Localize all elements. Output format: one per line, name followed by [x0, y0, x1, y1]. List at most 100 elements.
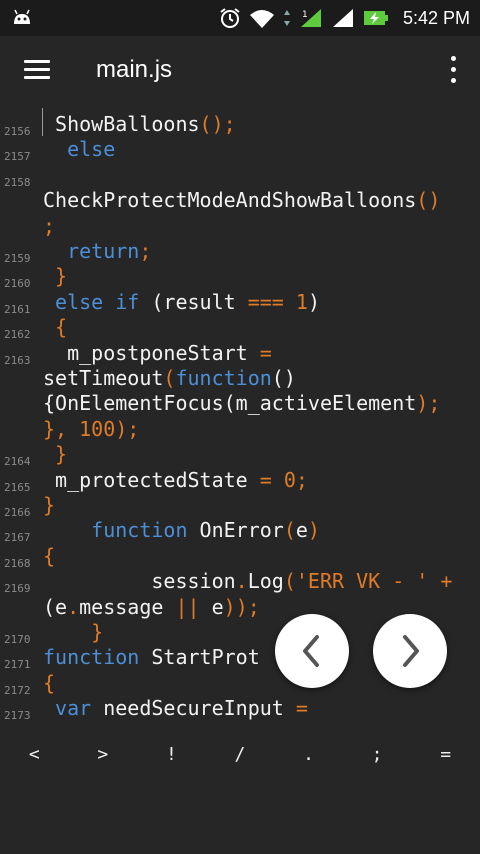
status-bar: 1 2 5:42 PM	[0, 0, 480, 36]
code-text: setTimeout(function()	[43, 366, 296, 391]
signal-icon: 1	[300, 9, 321, 27]
code-text: }	[43, 264, 67, 289]
code-token: {	[43, 543, 56, 568]
line-number: 2173	[4, 709, 31, 720]
code-token: ShowBalloons	[43, 112, 200, 136]
code-token: ;	[139, 239, 152, 263]
line-number: 2172	[4, 683, 31, 697]
code-token: var	[55, 696, 92, 720]
code-token: function	[91, 518, 188, 543]
code-token: }	[43, 442, 68, 467]
symbol-bar: < >! /.; =	[0, 722, 480, 786]
code-token: session	[43, 569, 236, 594]
code-token: ;	[43, 213, 56, 238]
code-token: {	[43, 315, 68, 340]
code-token: needSecureInput	[91, 696, 296, 720]
alarm-icon	[220, 8, 240, 28]
code-token: ===	[247, 289, 284, 314]
code-token: 100	[79, 416, 116, 441]
code-token: =	[259, 467, 272, 492]
code-token: e	[199, 594, 224, 619]
code-token: =	[295, 696, 308, 720]
code-token: message	[79, 594, 176, 619]
code-text: session.Log('ERR VK - ' +	[43, 569, 452, 594]
code-token: (	[283, 518, 296, 543]
code-token: }	[43, 264, 68, 289]
line-number: 2166	[4, 506, 31, 519]
code-token: return	[67, 239, 140, 263]
code-token: (	[163, 365, 176, 390]
code-token: (result	[139, 289, 248, 314]
next-button[interactable]	[373, 614, 447, 688]
code-token: (	[43, 594, 56, 619]
battery-charging-icon	[363, 11, 388, 25]
code-token: ));	[223, 594, 260, 619]
code-text: var needSecureInput =	[43, 696, 308, 720]
code-token: },	[43, 416, 80, 441]
code-token: =	[259, 340, 272, 365]
code-text: {	[43, 671, 55, 696]
code-text: else	[43, 137, 115, 162]
code-token: +	[440, 569, 453, 594]
code-token: setTimeout	[43, 365, 164, 390]
line-number: 2167	[4, 531, 31, 545]
code-token: 1	[295, 289, 308, 314]
code-token: m_activeElement	[235, 391, 417, 416]
code-text: {OnElementFocus(m_activeElement);	[43, 391, 440, 416]
file-title: main.js	[96, 56, 173, 83]
code-text: else if (result === 1)	[43, 290, 320, 315]
app-bar: main.js	[0, 36, 480, 106]
signal-icon-2: 2	[332, 9, 353, 27]
code-token: ;	[295, 467, 308, 492]
code-text: {	[43, 315, 67, 340]
code-text: function OnError(e)	[43, 518, 320, 543]
code-token: OnError	[187, 518, 284, 543]
code-token: else	[43, 137, 116, 162]
code-token: )	[307, 518, 320, 543]
code-token: (	[223, 391, 236, 416]
code-token: e	[55, 594, 68, 619]
prev-button[interactable]	[275, 614, 349, 688]
wifi-icon	[249, 10, 274, 28]
symbol-key[interactable]: >	[73, 744, 133, 765]
symbol-key[interactable]: .	[279, 744, 339, 765]
code-token: (	[283, 569, 296, 594]
status-time: 5:42 PM	[402, 7, 470, 28]
code-token: Log	[247, 569, 284, 594]
code-token: }	[43, 620, 104, 644]
code-token: .	[235, 569, 248, 594]
symbol-key[interactable]: ;	[347, 744, 407, 765]
symbol-key[interactable]: =	[416, 744, 476, 765]
line-number: 2159	[4, 252, 31, 265]
code-token: )	[307, 289, 320, 314]
line-number: 2162	[4, 328, 31, 342]
line-number: 2158	[4, 175, 31, 189]
svg-text:1: 1	[302, 10, 308, 20]
hamburger-icon[interactable]	[24, 60, 50, 80]
line-number: 2160	[4, 277, 31, 291]
code-text: CheckProtectModeAndShowBalloons()	[43, 188, 440, 213]
code-text: }	[43, 620, 103, 645]
line-number: 2156	[4, 125, 31, 138]
code-token: 0	[283, 467, 296, 492]
chevron-left-icon	[303, 635, 319, 667]
symbol-key[interactable]: <	[4, 744, 64, 765]
symbol-key[interactable]: !	[141, 744, 201, 765]
code-token: m_protectedState	[43, 467, 260, 492]
more-vert-icon[interactable]	[450, 56, 458, 84]
code-text: m_postponeStart =	[43, 341, 272, 366]
code-token: m_postponeStart	[43, 340, 260, 365]
code-token: 'ERR VK - '	[295, 569, 429, 594]
symbol-key[interactable]: /	[210, 744, 270, 765]
line-number: 2169	[4, 582, 31, 596]
chevron-right-icon	[403, 635, 419, 667]
code-token: ()	[271, 365, 296, 390]
code-text: ShowBalloons();	[43, 112, 236, 137]
line-number: 2164	[4, 455, 31, 469]
